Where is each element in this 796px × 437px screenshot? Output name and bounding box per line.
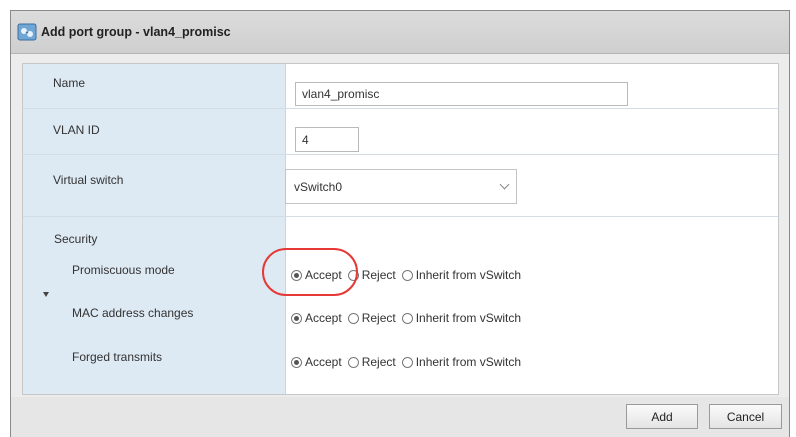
add-port-group-dialog: Add port group - vlan4_promisc Name vlan… [10, 10, 790, 437]
dialog-title: Add port group - vlan4_promisc [41, 25, 231, 39]
forged-reject-option[interactable]: Reject [347, 355, 396, 369]
virtual-switch-label: Virtual switch [53, 173, 124, 187]
row-divider [23, 216, 778, 217]
forged-transmits-radios: Accept Reject Inherit from vSwitch [291, 355, 527, 369]
dialog-titlebar: Add port group - vlan4_promisc [11, 11, 789, 54]
row-divider [23, 154, 778, 155]
chevron-down-icon [499, 179, 510, 190]
radio-checked-icon[interactable] [291, 312, 302, 324]
forged-accept-option[interactable]: Accept [291, 355, 342, 369]
highlight-annotation [262, 248, 358, 296]
accept-label: Accept [305, 355, 342, 369]
inherit-label: Inherit from vSwitch [415, 311, 522, 325]
radio-unchecked-icon[interactable] [347, 312, 359, 324]
inherit-label: Inherit from vSwitch [415, 268, 522, 282]
vlan-id-input[interactable]: 4 [295, 127, 359, 152]
name-input[interactable]: vlan4_promisc [295, 82, 628, 106]
radio-checked-icon[interactable] [291, 356, 302, 368]
security-section-toggle[interactable]: Security [54, 232, 97, 246]
cancel-button[interactable]: Cancel [709, 404, 782, 429]
reject-label: Reject [361, 268, 396, 282]
radio-unchecked-icon[interactable] [347, 356, 359, 368]
row-divider [23, 108, 778, 109]
radio-unchecked-icon[interactable] [401, 269, 413, 281]
name-label: Name [53, 76, 86, 90]
vlan-id-label: VLAN ID [53, 123, 100, 137]
collapse-caret-icon[interactable] [43, 292, 49, 297]
mac-reject-option[interactable]: Reject [347, 311, 396, 325]
mac-inherit-option[interactable]: Inherit from vSwitch [401, 311, 522, 325]
forged-transmits-label: Forged transmits [72, 350, 163, 364]
forged-inherit-option[interactable]: Inherit from vSwitch [401, 355, 522, 369]
radio-unchecked-icon[interactable] [401, 312, 413, 324]
form-panel: Name vlan4_promisc VLAN ID 4 Virtual swi… [22, 63, 779, 395]
reject-label: Reject [361, 355, 396, 369]
add-button[interactable]: Add [626, 404, 698, 429]
promiscuous-inherit-option[interactable]: Inherit from vSwitch [401, 268, 522, 282]
label-column [23, 64, 286, 394]
promiscuous-mode-label: Promiscuous mode [72, 263, 175, 277]
dialog-footer: Add Cancel [11, 397, 789, 437]
inherit-label: Inherit from vSwitch [415, 355, 522, 369]
accept-label: Accept [305, 311, 342, 325]
port-group-icon [17, 23, 37, 41]
mac-accept-option[interactable]: Accept [291, 311, 342, 325]
mac-address-changes-radios: Accept Reject Inherit from vSwitch [291, 311, 527, 325]
virtual-switch-select[interactable]: vSwitch0 [285, 169, 517, 204]
mac-address-changes-label: MAC address changes [72, 306, 194, 320]
reject-label: Reject [361, 311, 396, 325]
radio-unchecked-icon[interactable] [401, 356, 413, 368]
virtual-switch-value: vSwitch0 [294, 179, 343, 194]
